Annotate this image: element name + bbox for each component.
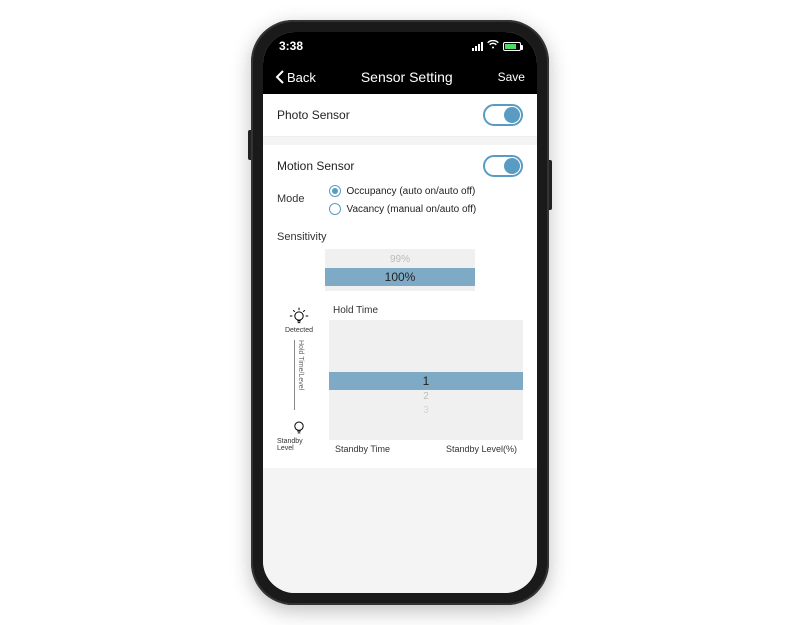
- phone-frame: 3:38 Back Sensor Setting Save Photo Se: [251, 20, 549, 605]
- back-button[interactable]: Back: [275, 70, 316, 85]
- hold-right: Hold Time 1 2 3 Standby Time Standby Lev…: [329, 305, 523, 454]
- status-bar: 3:38: [263, 32, 537, 60]
- mode-label: Mode: [277, 185, 305, 205]
- photo-sensor-toggle[interactable]: [483, 104, 523, 126]
- standby-time-label: Standby Time: [335, 444, 390, 454]
- hold-time-next1: 2: [329, 390, 523, 404]
- sensitivity-value: 100%: [325, 268, 475, 286]
- screen: 3:38 Back Sensor Setting Save Photo Se: [263, 32, 537, 593]
- battery-icon: [503, 42, 521, 51]
- hold-axis: Detected Hold Time/Level Standby Level: [277, 305, 321, 454]
- back-label: Back: [287, 70, 316, 85]
- save-button[interactable]: Save: [498, 70, 525, 84]
- motion-sensor-label: Motion Sensor: [277, 159, 354, 173]
- sensitivity-prev: 99%: [325, 253, 475, 267]
- sensitivity-label: Sensitivity: [277, 231, 523, 243]
- chevron-left-icon: [275, 70, 285, 84]
- hold-block: Detected Hold Time/Level Standby Level H…: [277, 305, 523, 454]
- signal-icon: [472, 42, 483, 51]
- content: Photo Sensor Motion Sensor Mode Occupanc…: [263, 94, 537, 593]
- nav-bar: Back Sensor Setting Save: [263, 60, 537, 94]
- mode-occupancy-label: Occupancy (auto on/auto off): [347, 186, 476, 197]
- wifi-icon: [487, 40, 499, 52]
- bulb-on-icon: Detected: [285, 305, 313, 334]
- hold-time-next2: 3: [329, 404, 523, 418]
- detected-label: Detected: [285, 327, 313, 334]
- photo-sensor-label: Photo Sensor: [277, 108, 350, 122]
- sensitivity-picker[interactable]: 99% 100%: [325, 249, 475, 291]
- radio-icon: [329, 203, 341, 215]
- hold-time-picker[interactable]: 1 2 3: [329, 320, 523, 440]
- mode-vacancy-label: Vacancy (manual on/auto off): [347, 204, 477, 215]
- status-indicators: [472, 40, 521, 52]
- standby-level-label: Standby Level: [277, 438, 321, 452]
- standby-row: Standby Time Standby Level(%): [329, 444, 523, 454]
- hold-time-label: Hold Time: [329, 305, 523, 316]
- bulb-off-icon: Standby Level: [277, 416, 321, 452]
- mode-radio-vacancy[interactable]: Vacancy (manual on/auto off): [329, 203, 477, 215]
- radio-icon: [329, 185, 341, 197]
- standby-level-col-label: Standby Level(%): [446, 444, 517, 454]
- page-title: Sensor Setting: [361, 69, 453, 85]
- motion-sensor-section: Motion Sensor Mode Occupancy (auto on/au…: [263, 145, 537, 468]
- status-time: 3:38: [279, 39, 303, 53]
- mode-radio-occupancy[interactable]: Occupancy (auto on/auto off): [329, 185, 477, 197]
- mode-block: Mode Occupancy (auto on/auto off) Vacanc…: [277, 177, 523, 221]
- hold-time-value: 1: [329, 372, 523, 390]
- axis-label: Hold Time/Level: [294, 340, 304, 410]
- motion-sensor-toggle[interactable]: [483, 155, 523, 177]
- photo-sensor-row: Photo Sensor: [263, 94, 537, 137]
